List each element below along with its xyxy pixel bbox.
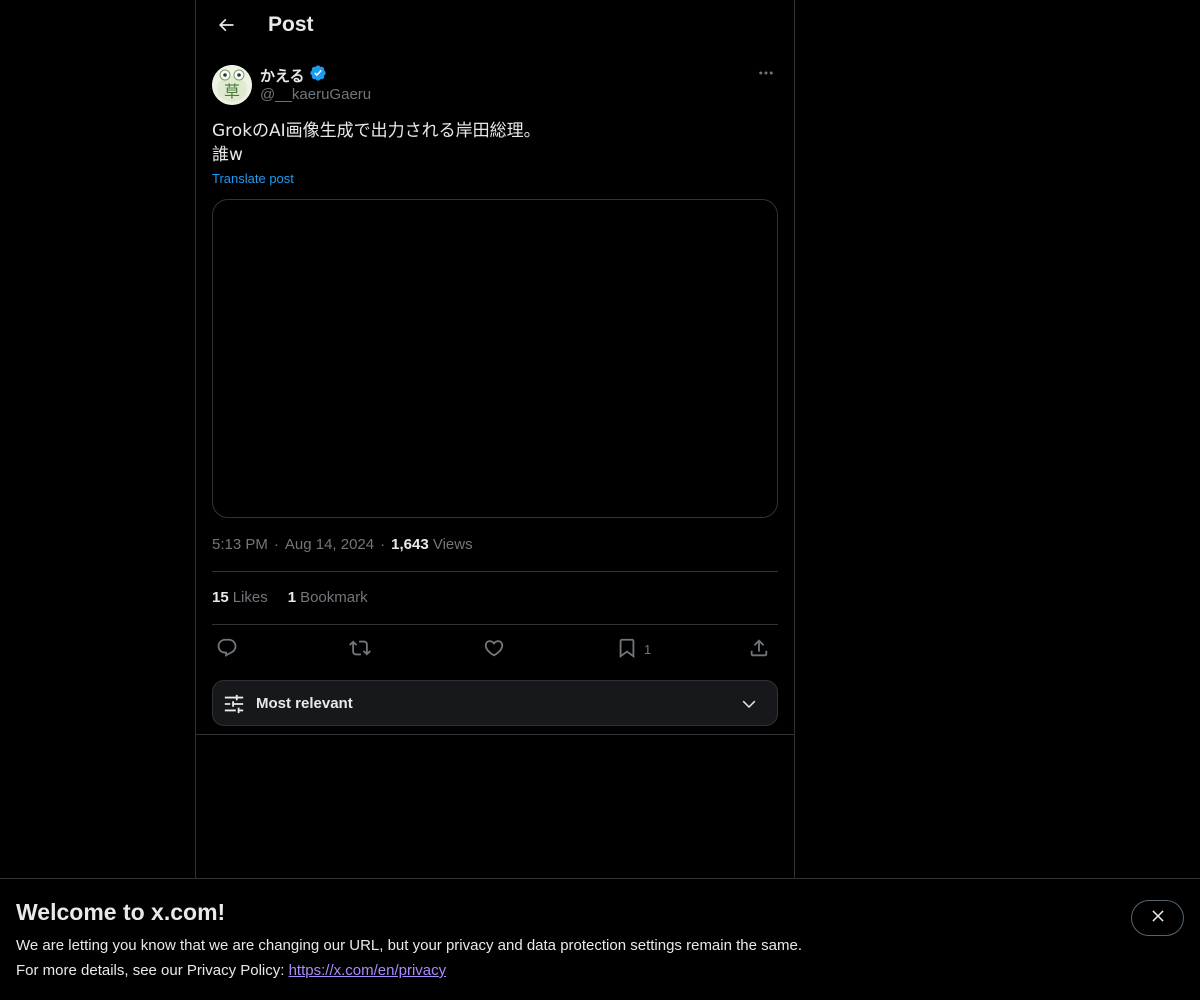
bookmarks-label: Bookmark bbox=[300, 589, 368, 606]
post-text: GrokのAI画像生成で出力される岸田総理。 誰w bbox=[212, 119, 778, 167]
like-button[interactable] bbox=[483, 636, 505, 662]
repost-icon bbox=[349, 637, 371, 662]
post-author: 草 かえる @__kaeruGaeru bbox=[212, 64, 778, 109]
sort-label: Most relevant bbox=[256, 695, 353, 712]
reply-sort-selector[interactable]: Most relevant bbox=[212, 680, 778, 726]
post-time[interactable]: 5:13 PM bbox=[212, 536, 268, 553]
views-label: Views bbox=[432, 536, 473, 553]
more-options-button[interactable] bbox=[754, 65, 778, 85]
translate-post-link[interactable]: Translate post bbox=[212, 171, 294, 186]
bookmark-button[interactable]: 1 bbox=[616, 636, 651, 662]
repost-button[interactable] bbox=[349, 636, 371, 662]
share-button[interactable] bbox=[748, 636, 770, 662]
divider bbox=[212, 571, 778, 572]
banner-policy-text: For more details, see our Privacy Policy… bbox=[16, 962, 289, 979]
bookmark-count: 1 bbox=[644, 641, 652, 657]
views-count: 1,643 bbox=[391, 536, 429, 553]
bookmark-icon bbox=[616, 637, 638, 662]
reply-button[interactable] bbox=[216, 636, 238, 662]
close-icon bbox=[1149, 907, 1167, 930]
back-button[interactable] bbox=[208, 9, 244, 45]
divider bbox=[212, 624, 778, 625]
post-text-line: GrokのAI画像生成で出力される岸田総理。 bbox=[212, 121, 541, 141]
arrow-left-icon bbox=[216, 15, 236, 40]
heart-icon bbox=[483, 637, 505, 662]
avatar-glyph: 草 bbox=[224, 82, 240, 101]
display-name-row: かえる bbox=[260, 64, 327, 87]
url-change-banner: Welcome to x.com! We are letting you kno… bbox=[0, 878, 1200, 1000]
reply-icon bbox=[216, 637, 238, 662]
post-media[interactable] bbox=[212, 199, 778, 518]
verified-badge-icon bbox=[309, 64, 327, 87]
banner-message: We are letting you know that we are chan… bbox=[16, 937, 802, 954]
sliders-icon bbox=[223, 693, 245, 720]
display-name[interactable]: かえる bbox=[260, 65, 305, 86]
bookmarks-stat[interactable]: 1 Bookmark bbox=[288, 589, 368, 606]
meta-separator: · bbox=[273, 536, 279, 553]
likes-count: 15 bbox=[212, 589, 229, 606]
main-column: Post 草 かえる @__kaeruGaeru GrokのAI画像生成で出力さ… bbox=[195, 0, 795, 1000]
bookmarks-count: 1 bbox=[287, 589, 297, 606]
page-title: Post bbox=[268, 13, 314, 36]
avatar[interactable]: 草 bbox=[212, 65, 252, 105]
banner-policy-line: For more details, see our Privacy Policy… bbox=[16, 962, 446, 979]
likes-label: Likes bbox=[232, 589, 268, 606]
likes-stat[interactable]: 15 Likes bbox=[212, 589, 268, 606]
post-metadata: 5:13 PM · Aug 14, 2024 · 1,643 Views bbox=[212, 536, 473, 553]
more-horizontal-icon bbox=[757, 64, 775, 87]
post-date[interactable]: Aug 14, 2024 bbox=[285, 536, 374, 553]
views-stat: 1,643 Views bbox=[391, 536, 472, 553]
banner-close-button[interactable] bbox=[1131, 900, 1184, 936]
post-actions: 1 bbox=[212, 636, 778, 662]
share-icon bbox=[748, 637, 770, 662]
divider bbox=[196, 734, 794, 735]
post-text-line: 誰w bbox=[212, 145, 243, 165]
banner-title: Welcome to x.com! bbox=[16, 899, 226, 925]
user-handle[interactable]: @__kaeruGaeru bbox=[260, 86, 371, 103]
engagement-stats: 15 Likes 1 Bookmark bbox=[212, 589, 368, 606]
meta-separator: · bbox=[380, 536, 386, 553]
chevron-down-icon bbox=[739, 695, 759, 718]
page-header: Post bbox=[196, 0, 794, 54]
privacy-policy-link[interactable]: https://x.com/en/privacy bbox=[289, 962, 447, 979]
